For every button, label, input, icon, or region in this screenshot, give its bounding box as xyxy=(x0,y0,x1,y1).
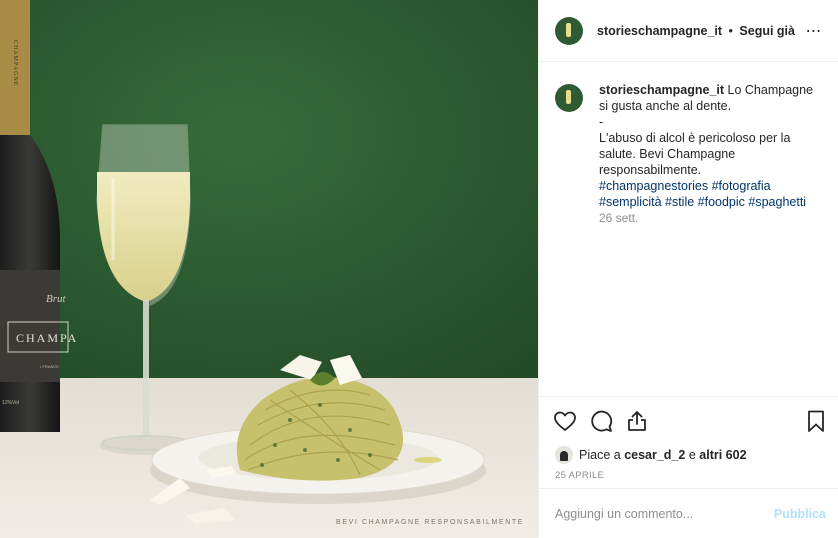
caption-comment: storieschampagne_it Lo Champagne si gust… xyxy=(555,82,822,226)
post-photo[interactable]: CHAMPAGNE Brut CHAMPA • FRANCE 12%Vol BE… xyxy=(0,0,538,538)
publish-button[interactable]: Pubblica xyxy=(774,507,826,521)
post-date[interactable]: 25 APRILE xyxy=(539,466,838,488)
bottle-abv: 12%Vol xyxy=(2,400,19,406)
liker-avatar[interactable] xyxy=(555,446,573,464)
avatar[interactable] xyxy=(555,16,583,45)
bottle-neck-text: CHAMPAGNE xyxy=(12,40,18,86)
likes-others[interactable]: altri 602 xyxy=(699,448,746,462)
action-bar xyxy=(539,396,838,444)
comment-icon[interactable] xyxy=(589,409,613,433)
header-username[interactable]: storieschampagne_it xyxy=(597,24,722,38)
instagram-post: CHAMPAGNE Brut CHAMPA • FRANCE 12%Vol BE… xyxy=(0,0,838,538)
post-header: storieschampagne_it • Segui già ⋯ xyxy=(539,0,838,62)
heart-icon[interactable] xyxy=(553,409,577,433)
more-options-icon[interactable]: ⋯ xyxy=(804,21,824,41)
share-icon[interactable] xyxy=(625,409,649,433)
post-side-panel: storieschampagne_it • Segui già ⋯ storie… xyxy=(538,0,838,538)
comment-body: storieschampagne_it Lo Champagne si gust… xyxy=(599,82,819,226)
header-meta: storieschampagne_it • Segui già xyxy=(597,24,804,38)
bottle-small-text: • FRANCE xyxy=(40,364,59,369)
comment-text-line3: L'abuso di alcol è pericoloso per la sal… xyxy=(599,131,791,177)
photo-caption: BEVI CHAMPAGNE RESPONSABILMENTE xyxy=(336,519,524,526)
comments-section: storieschampagne_it Lo Champagne si gust… xyxy=(539,62,838,396)
bottle-label-main: CHAMPA xyxy=(16,331,78,345)
bookmark-icon[interactable] xyxy=(804,409,828,433)
likes-prefix: Piace a xyxy=(579,448,621,462)
add-comment-bar: Pubblica xyxy=(539,488,838,538)
green-wall xyxy=(0,0,538,385)
photo-illustration: CHAMPAGNE Brut CHAMPA • FRANCE 12%Vol xyxy=(0,0,538,538)
likes-summary[interactable]: Piace a cesar_d_2 e altri 602 xyxy=(539,444,838,466)
comment-text-line2: - xyxy=(599,115,604,129)
follow-button[interactable]: Segui già xyxy=(739,24,795,38)
bottle-label-script: Brut xyxy=(46,293,67,305)
comment-hashtags[interactable]: #champagnestories #fotografia #semplicit… xyxy=(599,178,819,210)
comment-avatar[interactable] xyxy=(555,84,583,112)
header-separator: • xyxy=(728,23,733,38)
comment-time[interactable]: 26 sett. xyxy=(599,210,819,226)
likes-middle: e xyxy=(688,448,696,462)
comment-input[interactable] xyxy=(555,506,774,521)
likes-user[interactable]: cesar_d_2 xyxy=(624,448,685,462)
comment-username[interactable]: storieschampagne_it xyxy=(599,83,724,97)
